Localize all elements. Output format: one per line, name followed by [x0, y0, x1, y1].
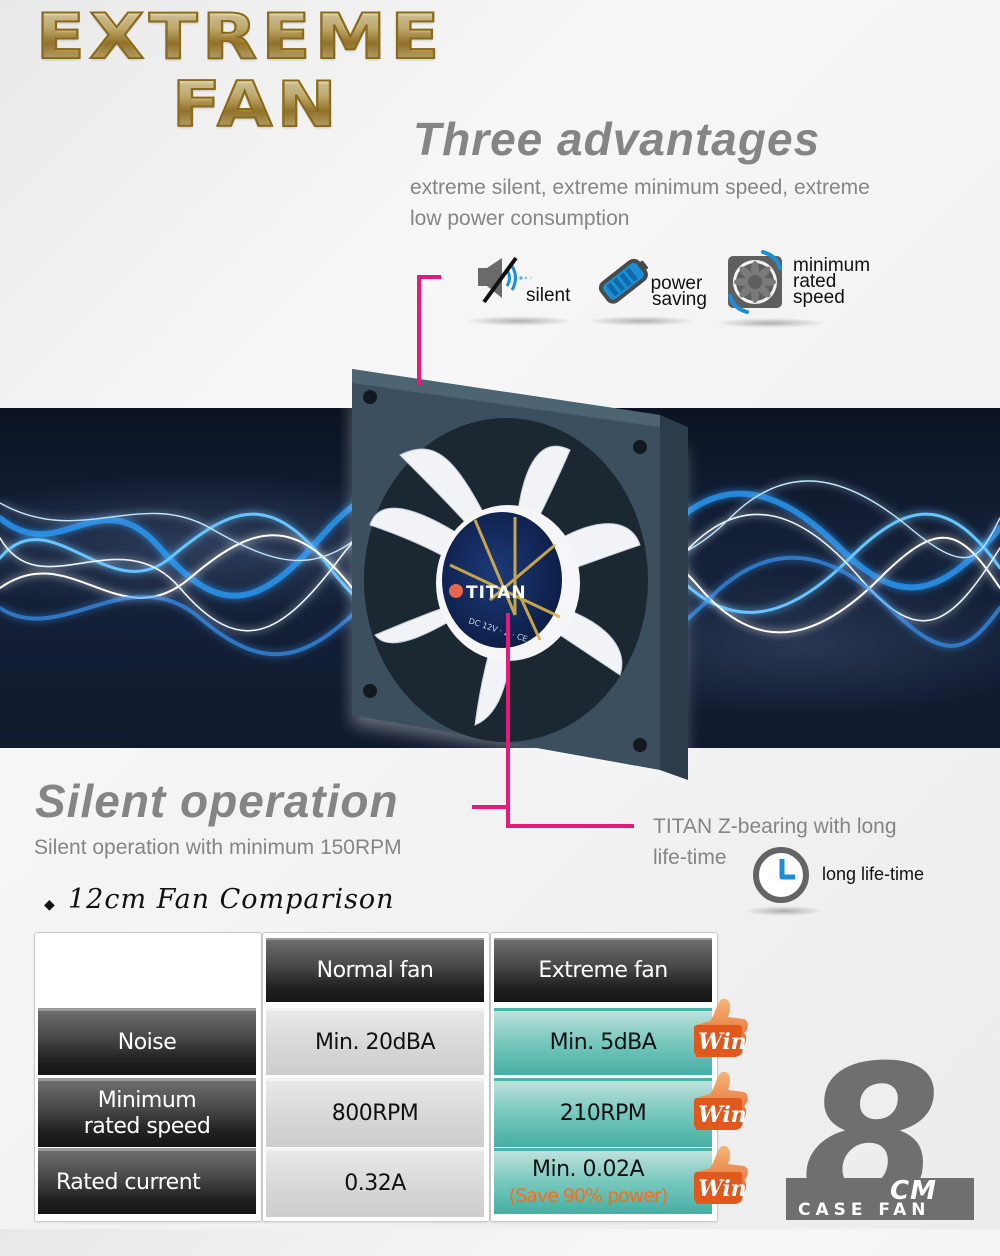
- win-badge-text: Win: [698, 1029, 747, 1055]
- table-row-label-min-speed: Minimum rated speed: [38, 1078, 256, 1147]
- clock-shadow: [744, 906, 824, 916]
- hub-brand-text: TITAN: [466, 583, 527, 603]
- feature-shadow: [715, 318, 825, 328]
- table-cell-normal-min-speed: 800RPM: [266, 1078, 484, 1147]
- save-power-note: (Save 90% power): [508, 1184, 668, 1207]
- win-thumbs-up-icon: Win: [694, 998, 748, 1057]
- advantages-description-line2: low power consumption: [410, 207, 630, 230]
- table-cell-extreme-rated-current: Min. 0.02A (Save 90% power): [494, 1148, 712, 1214]
- feature-power-saving-label-line2: saving: [652, 289, 707, 310]
- feature-silent: silent: [464, 254, 584, 326]
- bearing-text-line1: TITAN Z-bearing with long: [653, 815, 897, 838]
- bearing-icon-label: long life-time: [822, 864, 925, 884]
- bullet-diamond-icon: ◆: [44, 896, 55, 912]
- silent-subtitle: Silent operation with minimum 150RPM: [34, 836, 402, 859]
- table-header-normal-fan: Normal fan: [266, 938, 484, 1002]
- feature-power-saving: power saving: [586, 252, 716, 326]
- advantages-description: extreme silent, extreme minimum speed, e…: [410, 172, 970, 234]
- table-row-label-rated-current: Rated current: [38, 1148, 256, 1214]
- callout-line-hub-vertical: [506, 613, 510, 827]
- feature-minimum-rated-speed-label: minimum rated speed: [793, 256, 870, 308]
- callout-line-bearing: [506, 824, 634, 828]
- fan-icon: [728, 250, 782, 314]
- speaker-muted-icon: [478, 256, 533, 304]
- table-cell-extreme-min-speed: 210RPM: [494, 1078, 712, 1147]
- clock-icon: [753, 847, 809, 903]
- feature-silent-label: silent: [526, 285, 571, 306]
- table-cell-normal-noise: Min. 20dBA: [266, 1008, 484, 1075]
- callout-line-top-horizontal: [417, 275, 441, 279]
- table-header-extreme-fan: Extreme fan: [494, 938, 712, 1002]
- table-row-label-noise: Noise: [38, 1008, 256, 1075]
- size-badge: 8 CM CASE FAN: [782, 1040, 982, 1240]
- brand-title-line2: FAN: [171, 68, 342, 141]
- table-row-label-min-speed-line2: rated speed: [83, 1114, 211, 1139]
- feature-shadow: [586, 316, 696, 326]
- callout-line-silent: [472, 805, 508, 809]
- titan-logo-icon: [449, 584, 463, 598]
- fan-product-image: TITAN DC 12V · Z · CE: [352, 369, 688, 780]
- feature-shadow: [464, 316, 574, 326]
- feature-minimum-rated-speed: minimum rated speed: [715, 248, 885, 328]
- table-cell-normal-rated-current: 0.32A: [266, 1148, 484, 1217]
- advantages-title: Three advantages: [413, 113, 821, 165]
- silent-title: Silent operation: [35, 775, 399, 827]
- brand-title-line1: EXTREME: [35, 0, 444, 73]
- callout-line-top-vertical: [417, 275, 421, 385]
- feature-power-saving-label: power saving: [646, 274, 707, 310]
- table-cell-extreme-noise: Min. 5dBA: [494, 1008, 712, 1075]
- table-row-label-min-speed-line1: Minimum: [97, 1088, 197, 1113]
- comparison-heading: 12cm Fan Comparison: [68, 884, 395, 915]
- advantages-description-line1: extreme silent, extreme minimum speed, e…: [410, 176, 870, 199]
- win-thumbs-up-icon: Win: [694, 1071, 748, 1130]
- win-badge-text: Win: [698, 1102, 747, 1128]
- feature-speed-label-line3: speed: [793, 287, 845, 308]
- table-cell-extreme-rated-current-value: Min. 0.02A: [531, 1156, 645, 1182]
- win-thumbs-up-icon: Win: [694, 1145, 748, 1204]
- win-badge-text: Win: [698, 1176, 747, 1202]
- table-cell-extreme-noise-value: Min. 5dBA: [549, 1030, 657, 1055]
- size-badge-caption: CASE FAN: [798, 1200, 931, 1220]
